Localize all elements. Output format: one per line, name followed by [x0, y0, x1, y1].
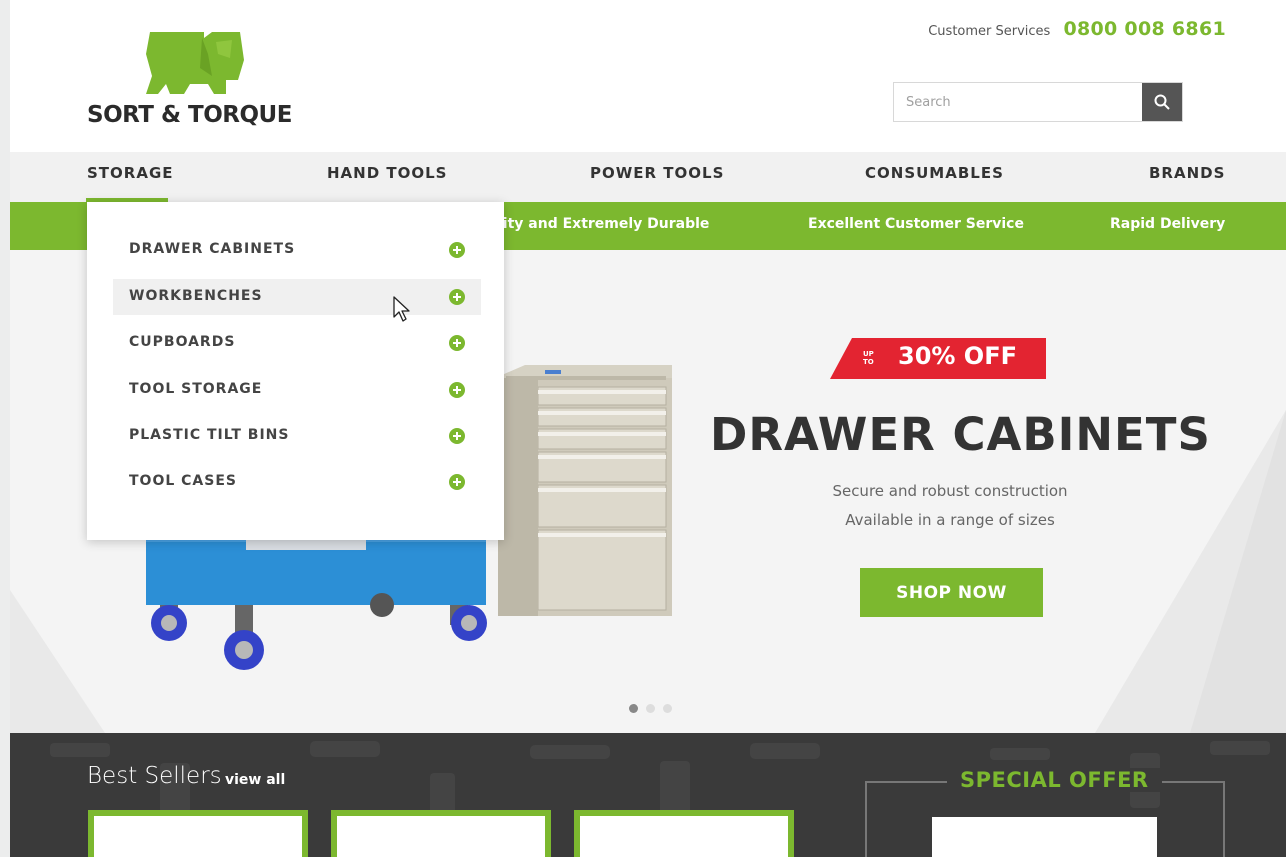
plus-circle-icon[interactable]	[449, 335, 465, 351]
plus-circle-icon[interactable]	[449, 428, 465, 444]
carousel-dots	[629, 698, 680, 717]
dropdown-item-label: PLASTIC TILT BINS	[129, 427, 290, 443]
search-icon	[1154, 94, 1170, 110]
hero-subtitle-1: Secure and robust construction	[832, 482, 1068, 500]
usp-item: Excellent Customer Service	[808, 216, 1024, 232]
nav-item-hand-tools[interactable]: HAND TOOLS	[327, 164, 448, 182]
plus-circle-icon[interactable]	[449, 289, 465, 305]
dropdown-item-plastic-tilt-bins[interactable]: PLASTIC TILT BINS	[113, 418, 481, 454]
storage-dropdown: DRAWER CABINETS WORKBENCHES CUPBOARDS TO…	[87, 202, 504, 540]
elephant-icon	[146, 32, 244, 94]
logo-text: SORT & TORQUE	[87, 102, 292, 128]
dropdown-item-drawer-cabinets[interactable]: DRAWER CABINETS	[113, 232, 481, 268]
usp-item: Rapid Delivery	[1110, 216, 1226, 232]
dropdown-item-workbenches[interactable]: WORKBENCHES	[113, 279, 481, 315]
nav-item-brands[interactable]: BRANDS	[1149, 164, 1225, 182]
dropdown-item-label: WORKBENCHES	[129, 288, 263, 304]
dropdown-item-label: TOOL STORAGE	[129, 381, 263, 397]
customer-services: Customer Services 0800 008 6861	[928, 18, 1226, 40]
dropdown-item-tool-cases[interactable]: TOOL CASES	[113, 464, 481, 500]
carousel-dot[interactable]	[646, 704, 655, 713]
dropdown-item-label: DRAWER CABINETS	[129, 241, 296, 257]
special-offer-title: SPECIAL OFFER	[947, 768, 1162, 792]
plus-circle-icon[interactable]	[449, 242, 465, 258]
carousel-dot[interactable]	[663, 704, 672, 713]
badge-prefix: UP TO	[863, 350, 874, 366]
customer-services-label: Customer Services	[928, 24, 1051, 39]
nav-item-consumables[interactable]: CONSUMABLES	[865, 164, 1004, 182]
plus-circle-icon[interactable]	[449, 382, 465, 398]
view-all-link[interactable]: view all	[225, 772, 285, 788]
plus-circle-icon[interactable]	[449, 474, 465, 490]
dropdown-item-label: TOOL CASES	[129, 473, 237, 489]
product-card[interactable]	[331, 810, 551, 857]
usp-item: lity and Extremely Durable	[498, 216, 710, 232]
phone-number[interactable]: 0800 008 6861	[1063, 18, 1226, 40]
carousel-dot[interactable]	[629, 704, 638, 713]
search-button[interactable]	[1142, 83, 1182, 121]
product-card[interactable]	[88, 810, 308, 857]
hero-title: DRAWER CABINETS	[710, 408, 1211, 461]
nav-item-storage[interactable]: STORAGE	[87, 164, 174, 182]
search-input[interactable]	[894, 83, 1144, 121]
nav-item-power-tools[interactable]: POWER TOOLS	[590, 164, 724, 182]
dropdown-item-cupboards[interactable]: CUPBOARDS	[113, 325, 481, 361]
hero-subtitle-2: Available in a range of sizes	[845, 511, 1055, 529]
main-nav: STORAGE HAND TOOLS POWER TOOLS CONSUMABL…	[10, 152, 1286, 202]
page: SORT & TORQUE Customer Services 0800 008…	[10, 0, 1286, 857]
shop-now-button[interactable]: SHOP NOW	[860, 568, 1043, 617]
badge-text: 30% OFF	[898, 342, 1017, 370]
dropdown-item-label: CUPBOARDS	[129, 334, 236, 350]
product-card[interactable]	[574, 810, 794, 857]
best-sellers-title: Best Sellers	[87, 763, 222, 789]
mouse-cursor-icon	[393, 296, 410, 322]
logo[interactable]: SORT & TORQUE	[86, 26, 316, 131]
special-offer-product[interactable]	[932, 817, 1157, 857]
best-sellers-section: Best Sellers view all SPECIAL OFFER	[10, 733, 1286, 857]
dropdown-item-tool-storage[interactable]: TOOL STORAGE	[113, 372, 481, 408]
search-box	[893, 82, 1183, 122]
